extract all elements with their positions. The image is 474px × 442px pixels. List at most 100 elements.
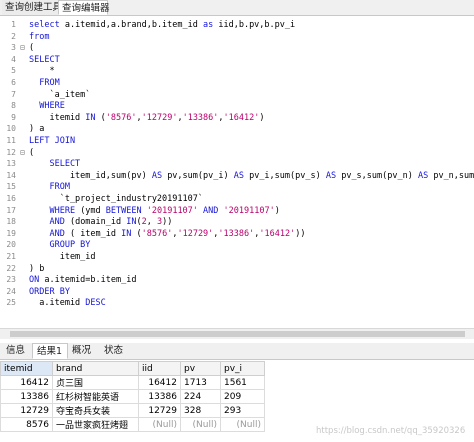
cell-iid[interactable]: 12729 [138, 403, 181, 418]
sql-keyword: SELECT [29, 54, 60, 65]
fold-toggle-icon[interactable]: ⊟ [20, 43, 27, 53]
code-line[interactable]: 15 FROM [0, 182, 474, 192]
cell-iid[interactable]: (Null) [138, 417, 181, 432]
cell-itemid[interactable]: 8576 [0, 417, 53, 432]
code-text: ) a [29, 124, 44, 134]
tab-overview[interactable]: 概况 [68, 343, 100, 359]
sql-text: ) [274, 205, 280, 216]
result-table: itemid brand iid pv pv_i 16412 贞三国 16412… [0, 361, 265, 432]
editor-horizontal-scrollbar[interactable] [0, 328, 474, 339]
tab-info[interactable]: 信息 [2, 343, 32, 359]
sql-keyword: AS [151, 170, 168, 181]
sql-text: (ymd [80, 205, 106, 216]
sql-keyword: as [203, 20, 219, 30]
line-number: 10 [6, 124, 16, 134]
code-line[interactable]: 3 ⊟( [0, 43, 474, 53]
cell-brand[interactable]: 一品世家疯狂烤翅 [52, 417, 139, 432]
code-line[interactable]: 10 ) a [0, 124, 474, 134]
cell-pv-i[interactable]: (Null) [220, 417, 265, 432]
table-row[interactable]: 12729 夺宝奇兵女装 12729 328 293 [0, 403, 265, 418]
fold-toggle-icon[interactable]: ⊟ [20, 148, 27, 158]
code-line[interactable]: 7 `a_item` [0, 90, 474, 100]
cell-itemid[interactable]: 12729 [0, 403, 53, 418]
sql-text: item_id [29, 252, 96, 262]
sql-text: ) [259, 112, 265, 123]
sql-text: ) b [29, 263, 45, 274]
sql-text: * [29, 66, 55, 77]
result-tab-bar: 信息 结果1 概况 状态 [0, 343, 474, 360]
sql-keyword: WHERE [29, 101, 65, 112]
cell-pv[interactable]: 1713 [180, 375, 221, 390]
sql-text: ( item_id [69, 228, 122, 239]
cell-pv-i[interactable]: 1561 [220, 375, 265, 390]
cell-iid[interactable]: 16412 [138, 375, 181, 390]
code-text: * [29, 66, 55, 77]
sql-keyword: WHERE [29, 205, 81, 216]
cell-brand[interactable]: 夺宝奇兵女装 [52, 403, 139, 418]
cell-pv[interactable]: (Null) [180, 417, 221, 432]
scrollbar-thumb[interactable] [10, 331, 465, 337]
code-line[interactable]: 25 a.itemid DESC [0, 298, 474, 308]
code-line[interactable]: 12 ⊟( [0, 148, 474, 158]
code-text: LEFT JOIN [29, 136, 75, 146]
code-line[interactable]: 4 SELECT [0, 55, 474, 65]
sql-keyword: GROUP BY [29, 240, 91, 251]
code-text: `t_project_industry20191107` [29, 194, 203, 204]
code-line[interactable]: 17 WHERE (ymd BETWEEN '20191107' AND '20… [0, 206, 474, 216]
sql-text: ) a [29, 124, 45, 135]
code-line[interactable]: 8 WHERE [0, 101, 474, 111]
tab-status[interactable]: 状态 [100, 343, 132, 359]
code-line[interactable]: 2 from [0, 32, 474, 42]
code-line[interactable]: 20 GROUP BY [0, 240, 474, 250]
sql-keyword: AS [233, 170, 250, 181]
sql-string: '16412' [259, 228, 296, 239]
tab-result-1[interactable]: 结果1 [32, 343, 68, 359]
tab-query-builder[interactable]: 查询创建工具 [2, 0, 62, 15]
table-row[interactable]: 13386 红杉树智能英语 13386 224 209 [0, 389, 265, 404]
cell-pv-i[interactable]: 293 [220, 403, 265, 418]
sql-text: pv,sum(pv_i) [167, 170, 234, 181]
column-header-pv-i[interactable]: pv_i [220, 361, 265, 376]
cell-brand[interactable]: 贞三国 [52, 375, 139, 390]
table-row[interactable]: 8576 一品世家疯狂烤翅 (Null) (Null) (Null) [0, 417, 265, 432]
sql-keyword: BETWEEN [105, 205, 147, 216]
table-row[interactable]: 16412 贞三国 16412 1713 1561 [0, 375, 265, 390]
sql-editor[interactable]: 1 select a.itemid,a.brand,b.item_id as ii… [0, 16, 474, 328]
sql-string: '20191107' [146, 205, 204, 216]
cell-iid[interactable]: 13386 [138, 389, 181, 404]
code-line[interactable]: 22) b [0, 264, 474, 274]
cell-itemid[interactable]: 13386 [0, 389, 53, 404]
code-line[interactable]: 23 ON a.itemid=b.item_id [0, 275, 474, 285]
watermark-text: https://blog.csdn.net/qq_35920326 [316, 426, 466, 436]
code-line[interactable]: 18 AND (domain_id IN(2, 3)) [0, 217, 474, 227]
column-header-pv[interactable]: pv [180, 361, 221, 376]
code-line[interactable]: 6 FROM [0, 78, 474, 88]
top-tab-bar: 查询创建工具 查询编辑器 [0, 0, 474, 16]
code-line[interactable]: 5 * [0, 66, 474, 76]
cell-pv-i[interactable]: 209 [220, 389, 265, 404]
cell-pv[interactable]: 328 [180, 403, 221, 418]
code-text: FROM [29, 78, 59, 88]
code-text: ( [29, 148, 34, 158]
code-line[interactable]: 16 `t_project_industry20191107` [0, 194, 474, 204]
cell-pv[interactable]: 224 [180, 389, 221, 404]
code-text: SELECT [29, 159, 80, 169]
line-number: 11 [6, 136, 16, 145]
line-number: 2 [11, 31, 16, 41]
code-line[interactable]: 21 item_id [0, 252, 474, 262]
column-header-brand[interactable]: brand [52, 361, 139, 376]
code-line[interactable]: 11 LEFT JOIN [0, 136, 474, 146]
sql-text: pv_i,sum(pv_s) [249, 170, 326, 181]
line-number: 8 [11, 101, 16, 111]
code-line[interactable]: 19 AND ( item_id IN ('8576','12729','133… [0, 229, 474, 239]
cell-brand[interactable]: 红杉树智能英语 [52, 389, 139, 404]
code-line[interactable]: 24 ORDER BY [0, 287, 474, 297]
code-line[interactable]: 1 select a.itemid,a.brand,b.item_id as ii… [0, 20, 474, 30]
code-line[interactable]: 13 SELECT [0, 159, 474, 169]
column-header-iid[interactable]: iid [138, 361, 181, 376]
code-line[interactable]: 9 itemid IN ('8576','12729','13386','164… [0, 113, 474, 123]
tab-query-editor[interactable]: 查询编辑器 [58, 0, 110, 15]
cell-itemid[interactable]: 16412 [0, 375, 53, 390]
column-header-itemid[interactable]: itemid [0, 361, 53, 376]
code-line[interactable]: 14 item_id,sum(pv) AS pv,sum(pv_i) AS pv… [0, 171, 474, 181]
